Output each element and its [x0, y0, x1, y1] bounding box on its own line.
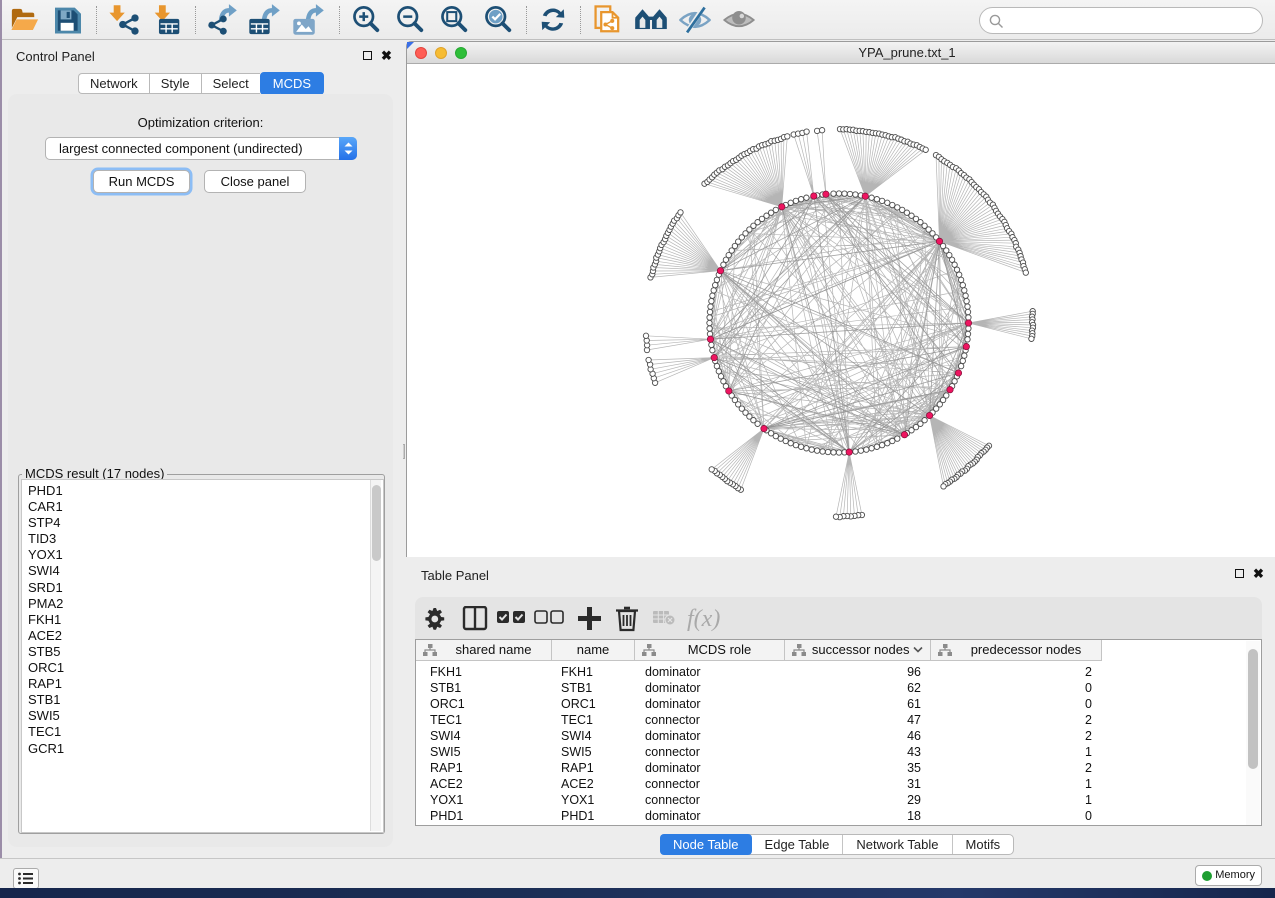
svg-text:f(x): f(x) [687, 606, 720, 632]
